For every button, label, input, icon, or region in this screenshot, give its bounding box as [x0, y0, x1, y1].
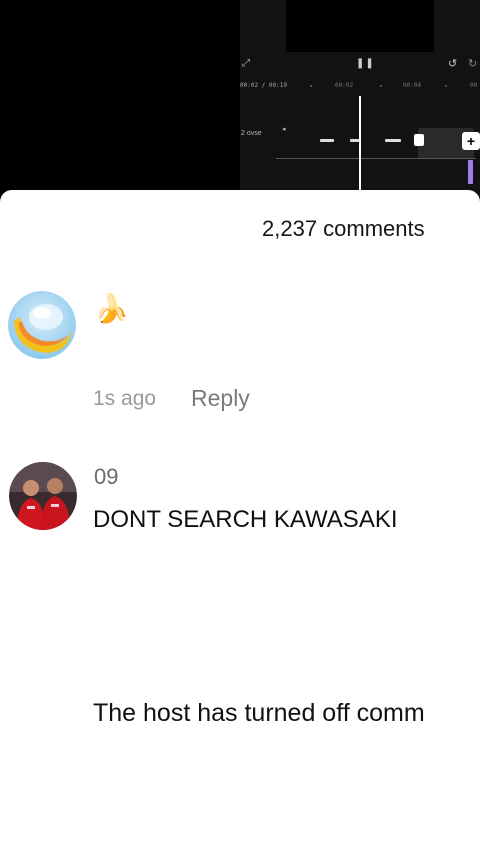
comments-disabled-notice: The host has turned off comm [93, 699, 425, 727]
clip-trim-handle[interactable] [414, 134, 424, 146]
ruler-dot [380, 85, 382, 87]
timecode: 00:02 / 00:19 [240, 82, 287, 89]
comments-count: 2,237 comments [262, 216, 425, 241]
banana-moon-avatar-icon [8, 291, 76, 359]
video-area: ⤢ ❚❚ ↺ ↻ 00:02 / 00:19 00:02 00:04 00 2 … [0, 0, 480, 200]
comment-text: 🍌 [94, 293, 129, 324]
audio-waveform[interactable] [320, 139, 334, 142]
video-editor-panel: ⤢ ❚❚ ↺ ↻ 00:02 / 00:19 00:02 00:04 00 2 … [240, 0, 480, 200]
video-preview[interactable] [286, 0, 434, 52]
track-line [276, 158, 476, 159]
ruler-mark: 00:04 [403, 82, 422, 89]
volume-icon[interactable]: ◂ [282, 125, 286, 133]
pause-icon[interactable]: ❚❚ [356, 58, 375, 69]
avatar[interactable] [9, 462, 77, 530]
expand-icon[interactable]: ⤢ [242, 58, 250, 69]
add-clip-button[interactable]: + [462, 132, 480, 150]
ruler-dot [310, 85, 312, 87]
soccer-players-avatar-icon [9, 462, 77, 530]
redo-icon[interactable]: ↻ [468, 57, 477, 70]
ruler-mark: 00 [470, 82, 478, 89]
undo-icon[interactable]: ↺ [448, 57, 457, 70]
comments-sheet: 2,237 comments 🍌 1s ago Reply 09 DONT SE… [0, 190, 480, 854]
audio-clip-strip[interactable] [468, 160, 473, 184]
reply-button[interactable]: Reply [191, 385, 250, 412]
screen: ⤢ ❚❚ ↺ ↻ 00:02 / 00:19 00:02 00:04 00 2 … [0, 0, 480, 854]
comment-timestamp: 1s ago [93, 387, 157, 410]
comment-text: DONT SEARCH KAWASAKI [93, 506, 398, 533]
track-label[interactable]: 2 ovse [241, 130, 262, 138]
comment-username[interactable]: 09 [94, 464, 118, 490]
avatar[interactable] [8, 291, 76, 359]
ruler-mark: 00:02 [335, 82, 354, 89]
playhead[interactable] [359, 96, 361, 190]
ruler-dot [445, 85, 447, 87]
audio-waveform[interactable] [385, 139, 401, 142]
